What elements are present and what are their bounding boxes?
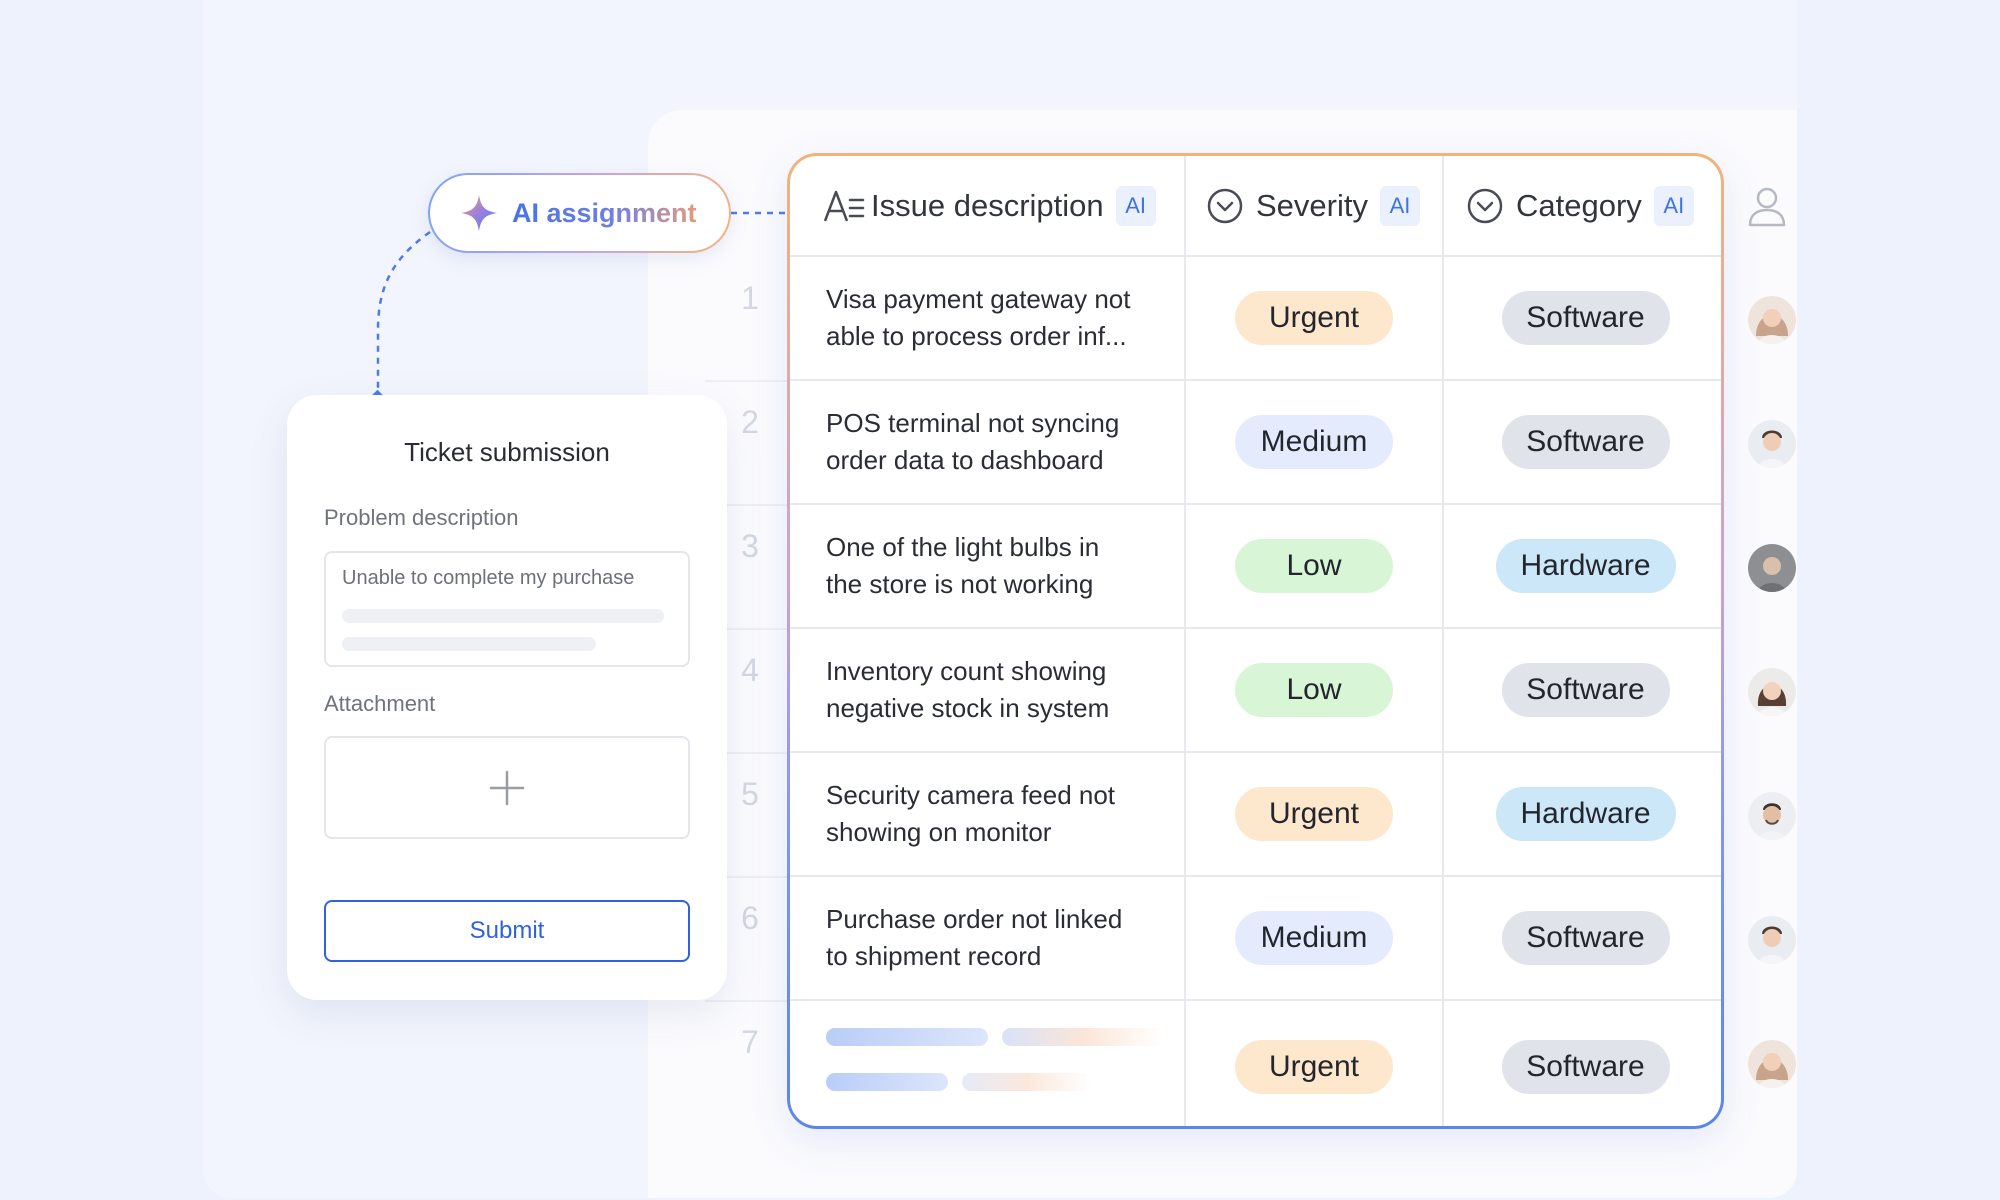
severity-cell[interactable]: Low <box>1186 629 1444 753</box>
category-pill: Hardware <box>1495 787 1676 841</box>
text-format-icon <box>823 190 865 221</box>
severity-cell[interactable]: Medium <box>1186 877 1444 1001</box>
sparkle-icon <box>461 195 497 231</box>
severity-pill: Medium <box>1235 415 1393 469</box>
category-pill: Software <box>1501 291 1670 345</box>
loading-skeleton <box>962 1073 1092 1091</box>
attachment-label: Attachment <box>324 691 436 716</box>
assignee-avatar[interactable] <box>1748 668 1796 716</box>
problem-description-label: Problem description <box>324 505 519 530</box>
category-pill: Hardware <box>1495 539 1676 593</box>
description-line: One of the light bulbs in <box>826 532 1100 562</box>
severity-cell[interactable]: Urgent <box>1186 257 1444 381</box>
issue-description-cell[interactable]: Visa payment gateway not able to process … <box>790 257 1186 381</box>
issue-description-cell[interactable]: Inventory count showing negative stock in… <box>790 629 1186 753</box>
severity-pill: Urgent <box>1235 787 1393 841</box>
severity-pill: Low <box>1235 663 1393 717</box>
description-line: able to process order inf... <box>826 321 1127 351</box>
chevron-circle-icon <box>1467 188 1503 223</box>
description-line: Visa payment gateway not <box>826 284 1131 314</box>
category-cell[interactable]: Hardware <box>1444 505 1721 629</box>
text-placeholder-line <box>342 637 596 651</box>
header-label: Category <box>1516 187 1642 223</box>
loading-skeleton <box>826 1073 948 1091</box>
ticket-submission-form: Ticket submission Problem description Un… <box>287 395 727 1000</box>
description-line: POS terminal not syncing <box>826 408 1120 438</box>
loading-skeleton <box>826 1028 988 1046</box>
ai-badge: AI <box>1653 185 1694 226</box>
category-pill: Software <box>1501 1039 1670 1094</box>
severity-pill: Urgent <box>1235 291 1393 345</box>
assignee-avatar[interactable] <box>1748 296 1796 344</box>
issue-description-cell[interactable]: Security camera feed not showing on monit… <box>790 753 1186 877</box>
ai-assignment-label: AI assignment <box>512 197 697 228</box>
person-icon <box>1748 187 1786 227</box>
category-cell[interactable]: Hardware <box>1444 753 1721 877</box>
problem-description-value: Unable to complete my purchase <box>342 567 635 589</box>
category-cell[interactable]: Software <box>1444 1001 1721 1126</box>
header-issue-description[interactable]: Issue description AI <box>790 156 1186 257</box>
issue-description-cell[interactable]: One of the light bulbs in the store is no… <box>790 505 1186 629</box>
assignee-avatar[interactable] <box>1748 1040 1796 1088</box>
description-line: negative stock in system <box>826 693 1110 723</box>
issue-description-cell-loading[interactable] <box>790 1001 1186 1126</box>
severity-pill: Medium <box>1235 911 1393 965</box>
ai-badge: AI <box>1379 185 1420 226</box>
assignee-avatar[interactable] <box>1748 792 1796 840</box>
severity-cell[interactable]: Urgent <box>1186 753 1444 877</box>
description-line: showing on monitor <box>826 817 1052 847</box>
attachment-dropzone[interactable] <box>324 736 690 839</box>
assignee-avatar[interactable] <box>1748 916 1796 964</box>
problem-description-field[interactable]: Unable to complete my purchase <box>324 551 690 667</box>
issue-description-cell[interactable]: Purchase order not linked to shipment rec… <box>790 877 1186 1001</box>
header-label: Issue description <box>871 187 1104 223</box>
category-pill: Software <box>1501 911 1670 965</box>
description-line: Security camera feed not <box>826 780 1116 810</box>
severity-pill: Low <box>1235 539 1393 593</box>
submit-button[interactable]: Submit <box>324 900 690 962</box>
header-category[interactable]: Category AI <box>1444 156 1721 257</box>
description-line: Inventory count showing <box>826 656 1107 686</box>
category-pill: Software <box>1501 415 1670 469</box>
category-cell[interactable]: Software <box>1444 629 1721 753</box>
category-cell[interactable]: Software <box>1444 877 1721 1001</box>
header-label: Severity <box>1256 187 1368 223</box>
severity-cell[interactable]: Low <box>1186 505 1444 629</box>
loading-skeleton <box>1002 1028 1164 1046</box>
category-cell[interactable]: Software <box>1444 257 1721 381</box>
description-line: to shipment record <box>826 941 1042 971</box>
severity-cell[interactable]: Medium <box>1186 381 1444 505</box>
assignee-avatar[interactable] <box>1748 420 1796 468</box>
plus-icon <box>489 770 525 805</box>
ai-table: Issue description AI Severity AI Categor… <box>787 153 1724 1129</box>
issue-description-cell[interactable]: POS terminal not syncing order data to da… <box>790 381 1186 505</box>
severity-pill: Urgent <box>1235 1039 1393 1094</box>
header-severity[interactable]: Severity AI <box>1186 156 1444 257</box>
ai-assignment-pill[interactable]: AI assignment <box>428 173 731 253</box>
description-line: Purchase order not linked <box>826 904 1123 934</box>
severity-cell[interactable]: Urgent <box>1186 1001 1444 1126</box>
description-line: the store is not working <box>826 569 1094 599</box>
description-line: order data to dashboard <box>826 445 1104 475</box>
assignee-avatar[interactable] <box>1748 544 1796 592</box>
chevron-circle-icon <box>1207 188 1243 223</box>
ai-badge: AI <box>1115 185 1156 226</box>
form-title: Ticket submission <box>404 437 610 467</box>
text-placeholder-line <box>342 609 664 623</box>
category-cell[interactable]: Software <box>1444 381 1721 505</box>
category-pill: Software <box>1501 663 1670 717</box>
